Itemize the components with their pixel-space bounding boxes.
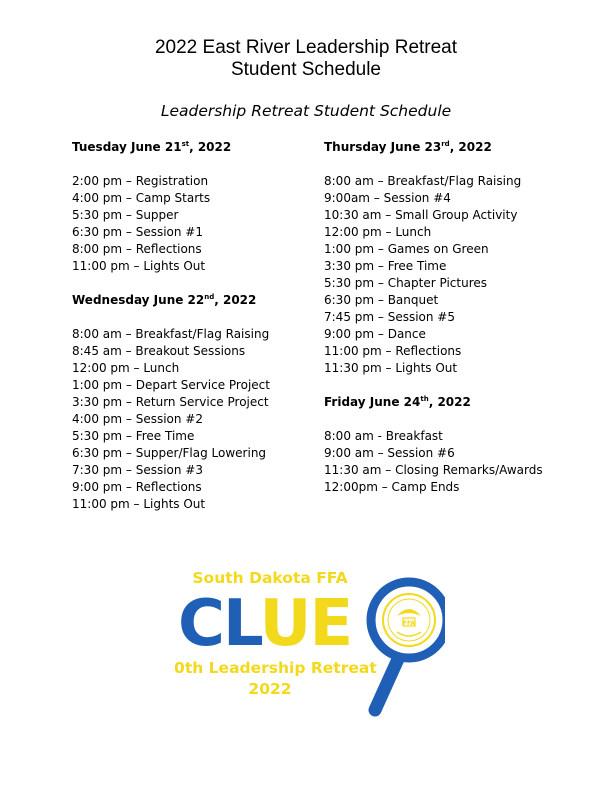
schedule-item: 5:30 pm – Free Time — [72, 429, 195, 443]
schedule-heading: Leadership Retreat Student Schedule — [160, 102, 452, 120]
schedule-item: 12:00 pm – Lunch — [324, 225, 432, 239]
schedule-item: 3:30 pm – Free Time — [324, 259, 447, 273]
schedule-item: 4:00 pm – Camp Starts — [72, 191, 211, 205]
schedule-item: 5:30 pm – Chapter Pictures — [324, 276, 488, 290]
schedule-item: 8:45 am – Breakout Sessions — [72, 344, 246, 358]
document-title: 2022 East River Leadership Retreat — [154, 37, 458, 58]
document-subtitle-line: Student Schedule — [230, 59, 381, 80]
schedule-item: 9:00 pm – Dance — [324, 327, 426, 341]
clue-retreat-logo: South Dakota FFA CLUE FFA 50th Leadershi… — [175, 569, 445, 717]
logo-top-text: South Dakota FFA — [192, 569, 347, 587]
schedule-item: 6:30 pm – Banquet — [324, 293, 439, 307]
schedule-item: 7:45 pm – Session #5 — [324, 310, 455, 324]
schedule-item: 11:00 pm – Reflections — [324, 344, 462, 358]
schedule-item: 8:00 am - Breakfast — [324, 429, 443, 443]
logo-retreat-text: 50th Leadership Retreat — [175, 659, 377, 677]
day-heading-thursday: Thursday June 23rd, 2022 — [324, 140, 492, 154]
magnifying-glass-icon: FFA — [366, 577, 445, 717]
schedule-item: 12:00 pm – Lunch — [72, 361, 180, 375]
schedule-item: 1:00 pm – Games on Green — [324, 242, 489, 256]
schedule-item: 3:30 pm – Return Service Project — [72, 395, 269, 409]
schedule-item: 12:00pm – Camp Ends — [324, 480, 460, 494]
schedule-item: 9:00 pm – Reflections — [72, 480, 202, 494]
day-heading-wednesday: Wednesday June 22nd, 2022 — [72, 293, 257, 307]
schedule-item: 10:30 am – Small Group Activity — [324, 208, 518, 222]
day-heading-friday: Friday June 24th, 2022 — [324, 395, 471, 409]
schedule-item: 11:00 pm – Lights Out — [72, 497, 206, 511]
schedule-item: 7:30 pm – Session #3 — [72, 463, 203, 477]
schedule-item: 1:00 pm – Depart Service Project — [72, 378, 270, 392]
day-heading-tuesday: Tuesday June 21st, 2022 — [72, 140, 232, 154]
schedule-item: 6:30 pm – Session #1 — [72, 225, 203, 239]
logo-clue-word: CLUE — [178, 587, 351, 661]
logo-word-part-blue: CL — [178, 587, 263, 661]
right-column: Thursday June 23rd, 2022 8:00 am – Break… — [324, 139, 543, 496]
left-column: Tuesday June 21st, 2022 2:00 pm – Regist… — [72, 139, 270, 513]
schedule-item: 11:00 pm – Lights Out — [72, 259, 206, 273]
schedule-item: 8:00 am – Breakfast/Flag Raising — [324, 174, 522, 188]
schedule-item: 4:00 pm – Session #2 — [72, 412, 203, 426]
schedule-item: 8:00 pm – Reflections — [72, 242, 202, 256]
schedule-item: 9:00am – Session #4 — [324, 191, 451, 205]
schedule-item: 9:00 am – Session #6 — [324, 446, 455, 460]
logo-year-text: 2022 — [248, 680, 291, 698]
logo-emblem-text: FFA — [403, 620, 416, 627]
schedule-item: 2:00 pm – Registration — [72, 174, 209, 188]
schedule-item: 11:30 am – Closing Remarks/Awards — [324, 463, 543, 477]
schedule-item: 6:30 pm – Supper/Flag Lowering — [72, 446, 267, 460]
schedule-item: 11:30 pm – Lights Out — [324, 361, 458, 375]
schedule-item: 5:30 pm – Supper — [72, 208, 179, 222]
schedule-item: 8:00 am – Breakfast/Flag Raising — [72, 327, 270, 341]
logo-word-part-yellow: UE — [259, 587, 351, 661]
